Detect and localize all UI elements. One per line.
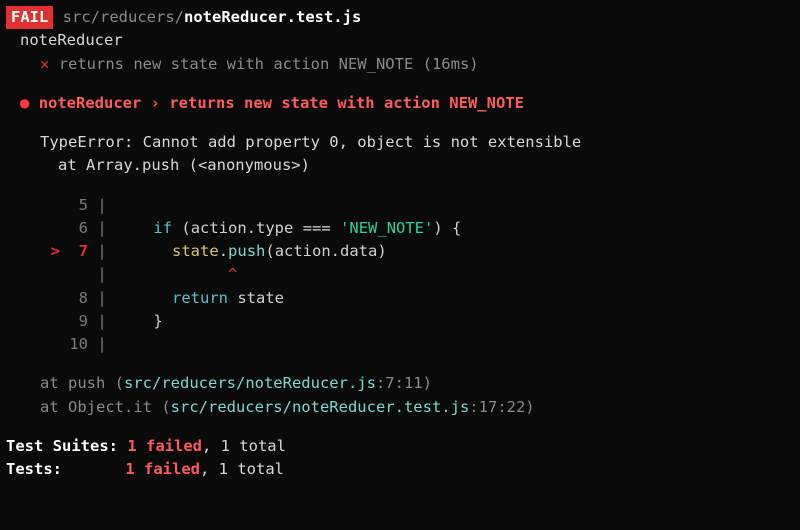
pointer-icon: > [51,242,60,260]
suite-name: noteReducer [0,29,800,52]
code-line-8: 8 | return state [0,287,800,310]
fail-badge: FAIL [6,6,53,29]
error-message: TypeError: Cannot add property 0, object… [0,131,800,154]
caret-icon: ^ [228,265,237,283]
code-line-9: 9 | } [0,310,800,333]
stack-frame-1: at push (src/reducers/noteReducer.js:7:1… [0,372,800,395]
test-time: (16ms) [423,55,479,73]
failure-breadcrumb: ● noteReducer › returns new state with a… [0,92,800,115]
code-line-10: 10 | [0,333,800,356]
code-caret: | ^ [0,263,800,286]
code-line-7: > 7 | state.push(action.data) [0,240,800,263]
test-row: ✕ returns new state with action NEW_NOTE… [0,53,800,76]
summary-tests: Tests: 1 failed, 1 total [0,458,800,481]
code-line-6: 6 | if (action.type === 'NEW_NOTE') { [0,217,800,240]
bullet-icon: ● [20,94,29,112]
result-header: FAIL src/reducers/noteReducer.test.js [0,6,800,29]
stack-frame-2: at Object.it (src/reducers/noteReducer.t… [0,396,800,419]
test-name: returns new state with action NEW_NOTE [59,55,414,73]
fail-x-icon: ✕ [40,55,49,73]
error-stack-native: at Array.push (<anonymous>) [0,154,800,177]
file-path-dir: src/reducers/ [63,8,184,26]
code-line-5: 5 | [0,194,800,217]
summary-suites: Test Suites: 1 failed, 1 total [0,435,800,458]
file-path-name: noteReducer.test.js [184,8,361,26]
failure-path: noteReducer › returns new state with act… [39,94,524,112]
